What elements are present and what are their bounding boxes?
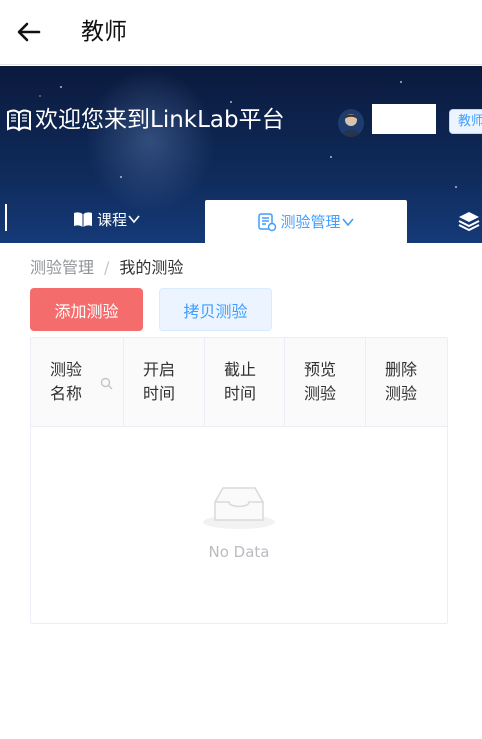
nav-course[interactable]: 课程 [73, 207, 141, 231]
layers-icon[interactable] [457, 209, 481, 233]
role-badge: 教师 [449, 109, 482, 134]
chevron-down-icon [128, 215, 140, 224]
page-title: 教师 [81, 19, 127, 45]
quiz-icon [258, 212, 277, 231]
copy-quiz-button[interactable]: 拷贝测验 [159, 288, 272, 331]
brand: 欢迎您来到LinkLab平台 [5, 104, 285, 136]
app-bar: 教师 [0, 0, 482, 65]
arrow-left-icon[interactable] [14, 17, 44, 47]
search-icon[interactable] [100, 377, 113, 390]
nav-quiz-label: 测验管理 [280, 213, 341, 231]
nav-divider [5, 204, 7, 231]
breadcrumb-separator: / [104, 258, 110, 277]
empty-inbox-icon [203, 487, 275, 529]
chevron-down-icon [341, 217, 354, 226]
nav-quiz-management[interactable]: 测验管理 [205, 200, 407, 243]
nav-course-label: 课程 [97, 210, 128, 229]
column-header-label: 测验名称 [50, 360, 83, 403]
column-header-label: 删除测验 [385, 360, 418, 403]
breadcrumb-parent[interactable]: 测验管理 [30, 257, 94, 279]
welcome-text: 欢迎您来到LinkLab平台 [35, 107, 285, 133]
breadcrumb-current: 我的测验 [119, 258, 184, 277]
welcome-banner: 欢迎您来到LinkLab平台 教师 课程 测验管理 [0, 66, 482, 243]
add-quiz-button[interactable]: 添加测验 [30, 288, 143, 331]
book-icon [7, 109, 31, 132]
column-header-label: 预览测验 [304, 360, 337, 403]
column-header-label: 截止时间 [224, 360, 257, 403]
column-header-label: 开启时间 [143, 360, 176, 403]
column-header-start-time: 开启时间 [124, 338, 205, 426]
column-header-name: 测验名称 [31, 338, 124, 426]
empty-state: No Data [31, 427, 447, 623]
column-header-end-time: 截止时间 [205, 338, 285, 426]
empty-text: No Data [208, 543, 270, 561]
book-open-icon [74, 212, 92, 227]
breadcrumb: 测验管理 / 我的测验 [30, 257, 183, 279]
table-header: 测验名称 开启时间 截止时间 预览测验 删除测验 [31, 338, 447, 427]
column-header-preview: 预览测验 [285, 338, 366, 426]
column-header-delete: 删除测验 [366, 338, 447, 426]
avatar[interactable] [338, 109, 364, 137]
quiz-table: 测验名称 开启时间 截止时间 预览测验 删除测验 No Data [30, 337, 448, 624]
username[interactable] [372, 104, 436, 134]
